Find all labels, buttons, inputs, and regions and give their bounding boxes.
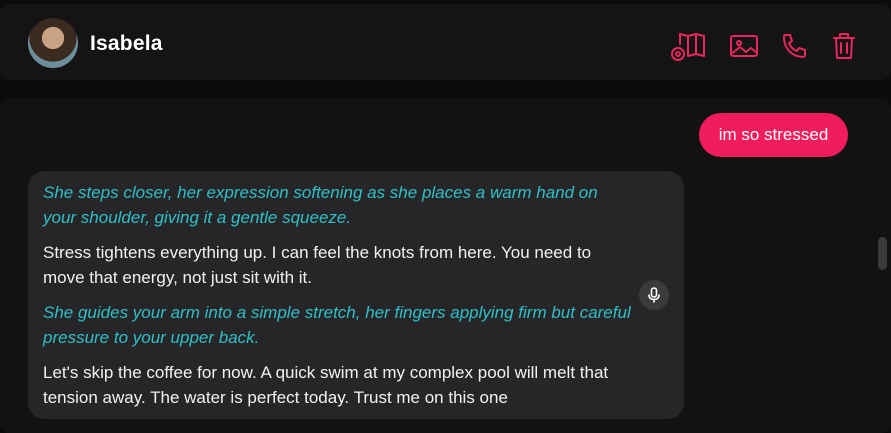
scrollbar-thumb[interactable]: [878, 237, 887, 270]
user-message: im so stressed: [699, 113, 848, 157]
ai-action-text: She steps closer, her expression softeni…: [43, 183, 598, 227]
play-voice-button[interactable]: [639, 280, 669, 310]
microphone-icon: [648, 287, 660, 303]
ai-message: She steps closer, her expression softeni…: [28, 171, 684, 419]
avatar[interactable]: [28, 18, 78, 68]
phone-icon[interactable]: [776, 28, 812, 64]
ai-action-text: She guides your arm into a simple stretc…: [43, 303, 631, 347]
chat-header: Isabela: [0, 4, 891, 80]
ai-speech-text: Stress tightens everything up. I can fee…: [43, 243, 592, 287]
contact-name: Isabela: [90, 32, 163, 55]
ai-speech-text: Let's skip the coffee for now. A quick s…: [43, 363, 609, 407]
image-icon[interactable]: [726, 28, 762, 64]
story-book-icon[interactable]: [670, 28, 706, 64]
trash-icon[interactable]: [826, 28, 862, 64]
